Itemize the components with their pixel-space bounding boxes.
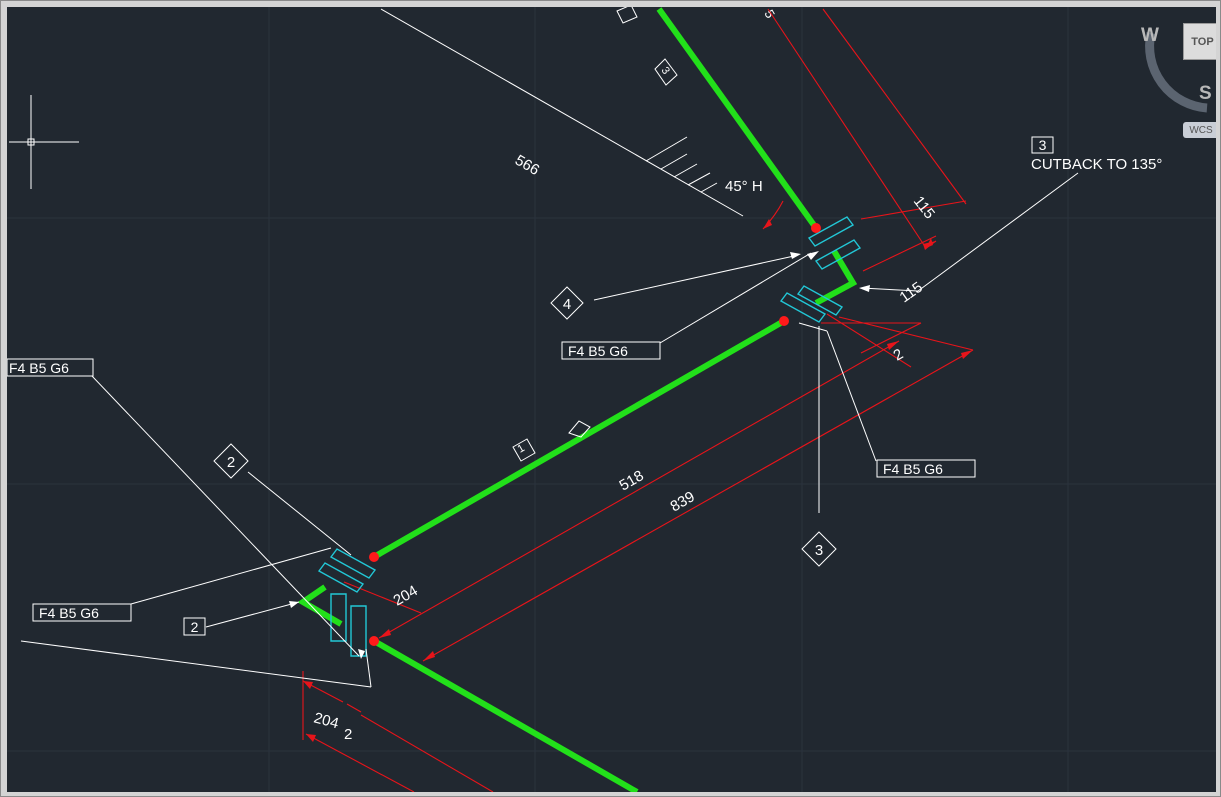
dim-115-lower: 115 [897, 279, 926, 307]
grid [7, 7, 1216, 792]
dim-204-low: 204 [312, 709, 341, 732]
cutback-num-text: 3 [1039, 137, 1047, 153]
dim-566-label: 566 [512, 152, 542, 179]
flange-label-right: F4 B5 G6 [883, 461, 943, 477]
flange-label-top-left: F4 B5 G6 [9, 360, 69, 376]
model-space-viewport[interactable]: 566 45° H 5 115 115 2 518 839 204 204 2 … [7, 7, 1216, 792]
angle-label: 45° H [725, 178, 763, 195]
pipe-tag-top [616, 7, 638, 24]
dimension-lines [302, 8, 974, 792]
dim-204-mid: 204 [391, 582, 421, 609]
isometric-drawing: 566 45° H 5 115 115 2 518 839 204 204 2 … [7, 7, 1216, 792]
dim-518-label: 518 [617, 467, 647, 494]
dim-2-low: 2 [344, 726, 352, 743]
bubble-4-text: 4 [563, 296, 571, 313]
wcs-menu-button[interactable]: WCS [1183, 122, 1216, 138]
dim-839-label: 839 [668, 488, 698, 515]
viewcube-south-label[interactable]: S [1199, 83, 1212, 105]
slope-indicator [380, 8, 744, 217]
bubble-2-text: 2 [227, 454, 235, 471]
viewcube[interactable]: W S TOP WCS [1137, 13, 1216, 143]
drawing-window-frame: 566 45° H 5 115 115 2 518 839 204 204 2 … [0, 0, 1221, 797]
cutback-note[interactable]: CUTBACK TO 135° [1031, 156, 1162, 173]
viewcube-west-label[interactable]: W [1141, 25, 1159, 47]
leader-lines [20, 172, 1079, 688]
viewcube-top-face[interactable]: TOP [1183, 23, 1216, 60]
bubble-3-text: 3 [815, 542, 823, 559]
dim-sliver-top: 5 [761, 7, 778, 21]
flange-label-upper-right: F4 B5 G6 [568, 343, 628, 359]
dim-2-right: 2 [891, 346, 907, 365]
pipe-runs[interactable] [297, 7, 858, 792]
weld-points [369, 223, 821, 646]
box-2-text: 2 [191, 619, 199, 635]
pipe-tag-3-text: 3 [659, 65, 672, 77]
flange-label-bottom-left: F4 B5 G6 [39, 605, 99, 621]
leader-arrows [289, 251, 870, 659]
crosshair-cursor [9, 95, 79, 189]
